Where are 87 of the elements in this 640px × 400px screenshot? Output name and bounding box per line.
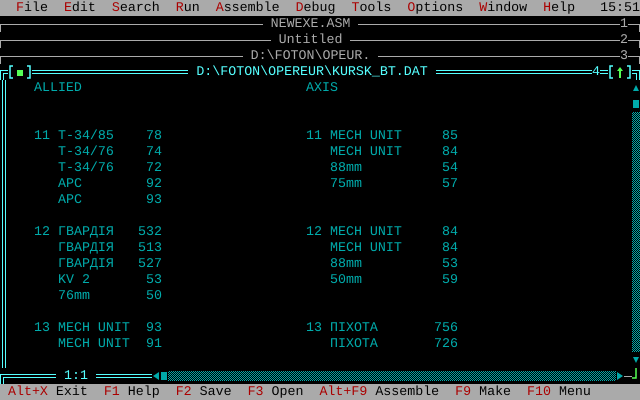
unit-strength: 50	[146, 288, 162, 304]
unit-name: ГВАРДІЯ	[58, 224, 114, 240]
window-title[interactable]: D:\FOTON\OPEUR.	[242, 48, 378, 64]
unit-name: ГВАРДІЯ	[58, 256, 114, 272]
frame-corner	[628, 24, 640, 32]
column-heading: ALLIED	[34, 80, 82, 95]
unit-name: 88mm	[330, 160, 362, 176]
unit-strength: 91	[146, 336, 162, 352]
unit-strength: 92	[146, 176, 162, 192]
group-number: 13	[306, 320, 322, 335]
menu-item[interactable]: File	[8, 0, 56, 16]
unit-name: MECH UNIT	[58, 320, 130, 336]
menu-item[interactable]: Window	[471, 0, 536, 16]
group-number: 11	[34, 128, 50, 143]
unit-strength: 85	[442, 128, 458, 144]
unit-strength: 84	[442, 144, 458, 160]
menu-item[interactable]: Assemble	[208, 0, 288, 16]
frame-corner	[628, 56, 640, 64]
unit-name: MECH UNIT	[330, 224, 402, 240]
unit-name: ПІХОТА	[330, 336, 378, 352]
unit-strength: 74	[146, 144, 162, 160]
window-number: 2	[620, 32, 628, 48]
unit-strength: 72	[146, 160, 162, 176]
unit-name: 50mm	[330, 272, 362, 288]
frame-corner	[0, 70, 8, 80]
menu-item[interactable]: Edit	[56, 0, 104, 16]
unit-name: ПІХОТА	[330, 320, 378, 336]
window-title[interactable]: NEWEXE.ASM	[262, 16, 358, 32]
window-number: 3	[620, 48, 628, 64]
unit-strength: 84	[442, 224, 458, 240]
unit-strength: 53	[442, 256, 458, 272]
close-button[interactable]	[8, 64, 32, 80]
menu-item[interactable]: Tools	[343, 0, 400, 16]
shortcut-button[interactable]: F3 Open	[240, 384, 312, 400]
zoom-button[interactable]	[608, 64, 632, 80]
menu-item[interactable]: Options	[399, 0, 472, 16]
clock: 15:51	[600, 0, 640, 16]
shortcut-button[interactable]: Alt+F9 Assemble	[311, 384, 448, 400]
unit-strength: 726	[434, 336, 458, 352]
unit-strength: 756	[434, 320, 458, 336]
group-number: 12	[34, 224, 50, 239]
unit-strength: 93	[146, 320, 162, 336]
frame-corner	[628, 40, 640, 48]
group-number: 13	[34, 320, 50, 335]
unit-name: KV 2	[58, 272, 90, 288]
unit-strength: 84	[442, 240, 458, 256]
unit-name: T-34/76	[58, 160, 114, 176]
menu-item[interactable]: Run	[168, 0, 208, 16]
unit-name: T-34/76	[58, 144, 114, 160]
unit-strength: 78	[146, 128, 162, 144]
unit-name: APC	[58, 176, 82, 192]
unit-name: T-34/85	[58, 128, 114, 144]
unit-strength: 93	[146, 192, 162, 208]
unit-name: MECH UNIT	[330, 240, 402, 256]
unit-name: 76mm	[58, 288, 90, 304]
unit-strength: 54	[442, 160, 458, 176]
group-number: 12	[306, 224, 322, 239]
window-number: 1	[620, 16, 628, 32]
unit-name: 88mm	[330, 256, 362, 272]
shortcut-button[interactable]: F1 Help	[96, 384, 168, 400]
unit-name: MECH UNIT	[330, 128, 402, 144]
unit-strength: 57	[442, 176, 458, 192]
unit-strength: 532	[138, 224, 162, 240]
frame-corner	[632, 70, 640, 80]
group-number: 11	[306, 128, 322, 143]
shortcut-button[interactable]: F2 Save	[168, 384, 240, 400]
unit-name: ГВАРДІЯ	[58, 240, 114, 256]
window-title[interactable]: Untitled	[270, 32, 350, 48]
shortcut-button[interactable]: F9 Make	[447, 384, 520, 400]
unit-name: APC	[58, 192, 82, 208]
shortcut-button[interactable]: F10 Menu	[519, 384, 599, 400]
column-heading: AXIS	[306, 80, 338, 95]
menu-item[interactable]: Search	[104, 0, 168, 16]
unit-name: MECH UNIT	[58, 336, 130, 352]
unit-name: 75mm	[330, 176, 362, 192]
menu-item[interactable]: Help	[535, 0, 584, 16]
window-title: D:\FOTON\OPEREUR\KURSK_BT.DAT	[195, 64, 429, 80]
unit-strength: 53	[146, 272, 162, 288]
unit-strength: 59	[442, 272, 458, 288]
menu-item[interactable]: Debug	[288, 0, 344, 16]
shortcut-button[interactable]: Alt+X Exit	[0, 384, 96, 400]
unit-strength: 513	[138, 240, 162, 256]
window-number: 4	[592, 64, 600, 80]
cursor-position: 1:1	[63, 368, 89, 384]
unit-name: MECH UNIT	[330, 144, 402, 160]
horizontal-scrollbar[interactable]	[168, 371, 616, 381]
unit-strength: 527	[138, 256, 162, 272]
